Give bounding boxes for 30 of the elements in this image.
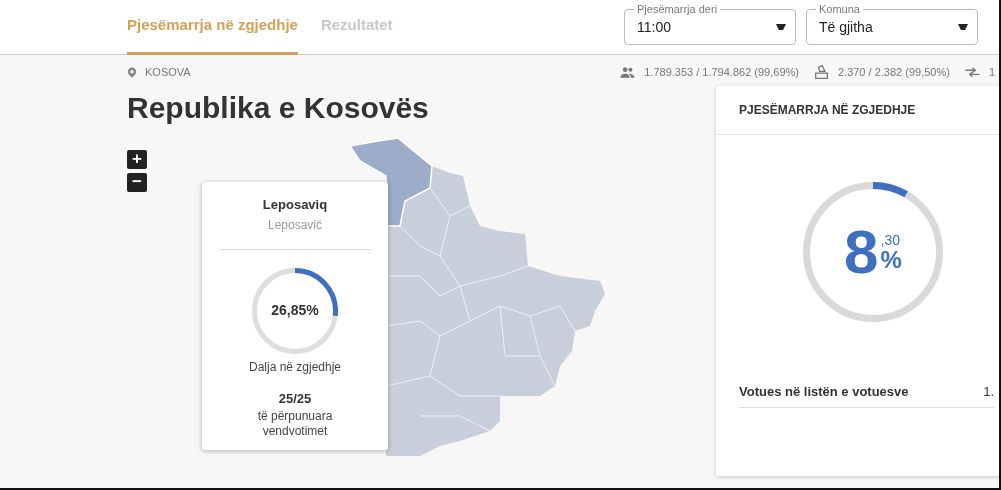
people-icon <box>619 65 637 79</box>
location-pin-icon <box>127 65 137 79</box>
stations-count: 25/25 <box>278 391 312 406</box>
card-title: PJESËMARRJA NË ZGJEDHJE <box>739 103 916 117</box>
stat-value: 1.789.353 / 1.794.862 (99,69%) <box>644 66 799 78</box>
page-title: Republika e Kosovës <box>127 91 430 126</box>
turnout-percent: 26,85% <box>270 302 320 318</box>
location-label: KOSOVA <box>145 66 191 78</box>
dropdown-label: Pjesëmarrja deri <box>634 2 721 16</box>
region-alt-name: Leposavić <box>267 218 322 232</box>
turnout-caption: Dalja në zgjedhje <box>248 360 342 374</box>
dropdown-value: Të gjitha <box>819 19 874 35</box>
dropdown-label: Komuna <box>816 2 863 16</box>
region-name: Leposaviq <box>262 197 328 212</box>
dropdown-value: 11:00 <box>637 19 672 35</box>
zoom-in-button[interactable]: + <box>127 150 147 169</box>
ballot-box-icon <box>812 65 830 79</box>
row-label: Votues në listën e votuesve <box>739 384 909 399</box>
caret-icon <box>958 24 968 30</box>
turnout-decimal: ,30 <box>880 232 902 248</box>
progress-fill <box>872 182 908 198</box>
row-value: 1. <box>983 384 994 399</box>
stat-value: 2.370 / 2.382 (99,50%) <box>837 66 950 78</box>
arrows-icon <box>963 65 981 79</box>
zoom-out-button[interactable]: − <box>127 173 147 192</box>
turnout-unit: % <box>880 248 902 272</box>
caret-icon <box>776 24 786 30</box>
turnout-whole: 8 <box>844 221 879 283</box>
stat-value: 1 <box>988 66 995 78</box>
stations-caption: të përpunuara vendvotimet <box>256 409 334 439</box>
